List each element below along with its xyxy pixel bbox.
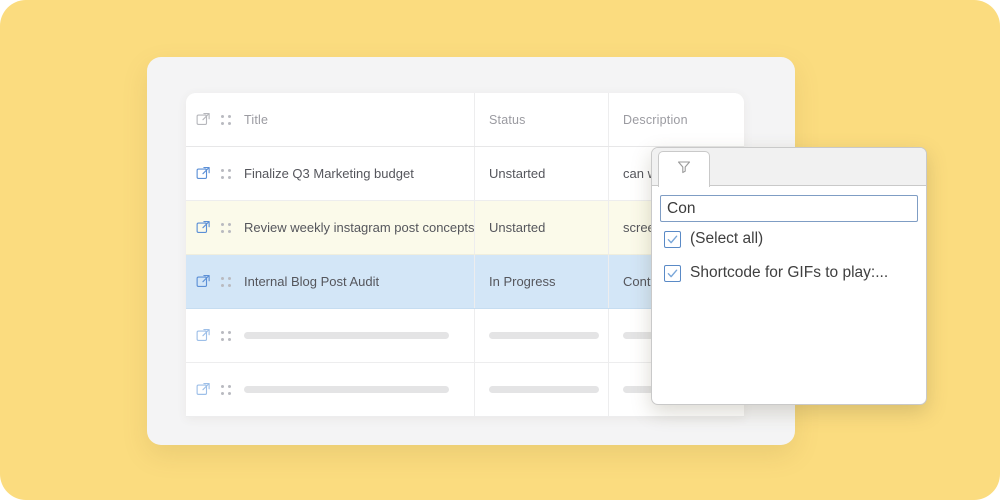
cell-value: Review weekly instagram post concepts bbox=[244, 220, 475, 235]
table-header-row: Title Status Description bbox=[186, 93, 744, 147]
row-icon-cell bbox=[186, 328, 244, 343]
checkbox-checked-icon[interactable] bbox=[664, 230, 681, 248]
column-header-label: Description bbox=[623, 112, 688, 127]
screenshot-stage: Title Status Description Finalize Q3 Mar… bbox=[0, 0, 1000, 500]
cell-status bbox=[475, 309, 609, 362]
placeholder-bar bbox=[244, 386, 449, 393]
drag-dots-icon[interactable] bbox=[220, 276, 231, 287]
cell-status[interactable]: In Progress bbox=[475, 255, 609, 308]
cell-value: Finalize Q3 Marketing budget bbox=[244, 166, 414, 181]
column-header-label: Status bbox=[489, 112, 526, 127]
row-icon-cell bbox=[186, 220, 244, 235]
filter-option-label: Shortcode for GIFs to play:... bbox=[690, 264, 889, 281]
filter-dropdown-popup: (Select all) Shortcode for GIFs to play:… bbox=[651, 147, 927, 405]
funnel-icon bbox=[676, 159, 692, 180]
row-icon-cell bbox=[186, 382, 244, 397]
cell-title bbox=[244, 309, 475, 362]
filter-option-select-all[interactable]: (Select all) bbox=[660, 222, 918, 256]
external-link-icon bbox=[196, 112, 211, 127]
header-cell-status[interactable]: Status bbox=[475, 93, 609, 146]
cell-value: Internal Blog Post Audit bbox=[244, 274, 380, 289]
header-cell-title[interactable]: Title bbox=[244, 93, 475, 146]
filter-search-input[interactable] bbox=[660, 195, 918, 222]
row-icon-cell bbox=[186, 274, 244, 289]
drag-dots-icon[interactable] bbox=[220, 330, 231, 341]
cell-status[interactable]: Unstarted bbox=[475, 147, 609, 200]
cell-value: Unstarted bbox=[489, 166, 546, 181]
row-icon-cell bbox=[186, 166, 244, 181]
drag-dots-icon[interactable] bbox=[220, 384, 231, 395]
external-link-icon[interactable] bbox=[196, 274, 211, 289]
external-link-icon[interactable] bbox=[196, 328, 211, 343]
drag-dots-icon bbox=[220, 114, 231, 125]
external-link-icon[interactable] bbox=[196, 220, 211, 235]
filter-option-label: (Select all) bbox=[690, 230, 764, 247]
cell-status bbox=[475, 363, 609, 416]
cell-value: Unstarted bbox=[489, 220, 546, 235]
header-cell-description[interactable]: Description bbox=[609, 93, 744, 146]
header-icon-cell bbox=[186, 112, 244, 127]
placeholder-bar bbox=[489, 332, 599, 339]
drag-dots-icon[interactable] bbox=[220, 168, 231, 179]
filter-option-item[interactable]: Shortcode for GIFs to play:... bbox=[660, 256, 918, 290]
cell-title[interactable]: Internal Blog Post Audit bbox=[244, 255, 475, 308]
cell-status[interactable]: Unstarted bbox=[475, 201, 609, 254]
placeholder-bar bbox=[489, 386, 599, 393]
placeholder-bar bbox=[244, 332, 449, 339]
popup-tab-strip bbox=[652, 148, 926, 187]
column-header-label: Title bbox=[244, 112, 269, 127]
external-link-icon[interactable] bbox=[196, 382, 211, 397]
cell-title[interactable]: Finalize Q3 Marketing budget bbox=[244, 147, 475, 200]
checkbox-checked-icon[interactable] bbox=[664, 264, 681, 282]
popup-body: (Select all) Shortcode for GIFs to play:… bbox=[652, 186, 926, 290]
cell-title[interactable]: Review weekly instagram post concepts bbox=[244, 201, 475, 254]
external-link-icon[interactable] bbox=[196, 166, 211, 181]
tab-filter[interactable] bbox=[658, 151, 710, 187]
cell-title bbox=[244, 363, 475, 416]
drag-dots-icon[interactable] bbox=[220, 222, 231, 233]
cell-value: In Progress bbox=[489, 274, 556, 289]
